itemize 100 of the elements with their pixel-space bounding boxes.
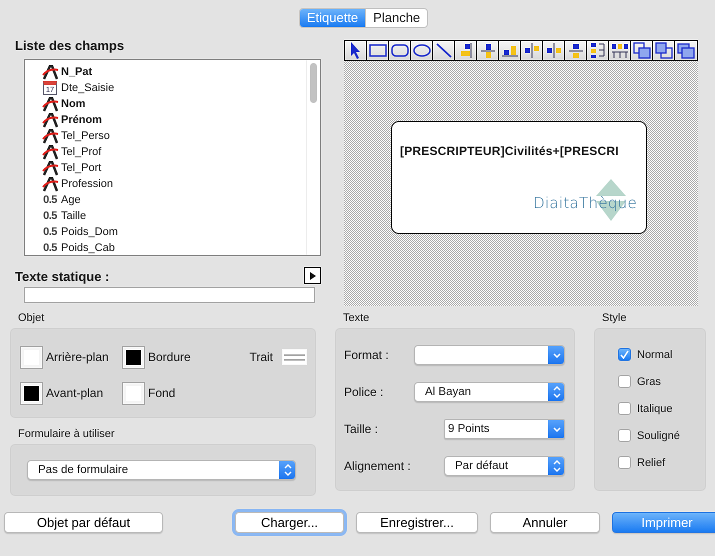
group-title: Formulaire à utiliser [18,428,115,440]
tool-button[interactable] [565,41,587,60]
checkbox[interactable] [618,348,631,361]
field-label: Police : [344,385,384,399]
letter-a-icon [42,160,58,176]
input-field[interactable] [24,287,315,303]
letter-a-icon [42,176,58,192]
push-button[interactable]: Charger... [235,512,344,533]
distribute-icon [590,42,605,59]
chevron-down-icon [552,426,560,432]
tool-button[interactable] [631,41,653,60]
field-name[interactable]: Taille [61,210,86,222]
rounded-rectangle-icon [390,44,408,57]
push-button[interactable]: Objet par défaut [4,512,163,533]
group-title: Style [602,312,626,324]
play-button[interactable] [304,267,321,284]
color-swatch[interactable] [21,346,42,368]
checkbox[interactable] [618,375,631,388]
tool-button[interactable] [587,41,609,60]
section-title: Liste des champs [15,38,124,53]
color-swatch[interactable] [123,382,144,404]
layers-icon [654,42,672,59]
up-down-chevrons-icon [284,464,292,476]
logo-text: DiaitaThèque [533,194,637,212]
tool-button[interactable] [455,41,477,60]
popup-menu[interactable]: Al Bayan [414,382,565,402]
field-name[interactable]: Tel_Perso [61,130,110,142]
tool-button[interactable] [499,41,521,60]
checkbox[interactable] [618,402,631,415]
tool-button[interactable] [367,41,389,60]
checkbox[interactable] [618,429,631,442]
field-name[interactable]: Profession [61,178,113,190]
letter-a-icon [42,64,58,80]
line-icon [436,43,452,58]
swatch-label: Fond [148,386,176,400]
up-down-chevrons-icon [552,386,560,398]
field-label: Alignement : [344,459,411,473]
layers-icon [677,42,695,58]
align-icon [480,42,496,58]
chevron-down-icon [552,352,560,358]
tool-button[interactable] [521,41,543,60]
distribute-icon [610,42,628,58]
double-line-icon [283,354,306,360]
field-label: Format : [344,348,389,362]
checkbox-label: Souligné [637,430,680,442]
tool-button[interactable] [477,41,499,60]
tool-button[interactable] [653,41,675,60]
field-name[interactable]: Tel_Prof [61,146,102,158]
tool-button[interactable] [675,41,697,60]
number-type-label: 0.5 [43,242,57,254]
rectangle-icon [368,44,386,57]
up-down-chevrons-icon [552,460,560,472]
tool-button[interactable] [543,41,565,60]
field-name[interactable]: Prénom [61,114,102,126]
field-name[interactable]: Dte_Saisie [61,82,114,94]
tool-button[interactable] [609,41,631,60]
label-text: [PRESCRIPTEUR]Civilités+[PRESCRI [400,144,619,158]
tool-button[interactable] [345,41,367,60]
trait-label: Trait [249,350,273,364]
number-type-label: 0.5 [43,226,57,238]
number-type-label: 0.5 [43,194,57,206]
combo-box[interactable]: 9 Points [444,419,565,439]
field-name[interactable]: Tel_Port [61,162,102,174]
line-style-button[interactable] [282,349,307,365]
ellipse-icon [412,44,430,57]
field-name[interactable]: Poids_Dom [61,226,118,238]
push-button[interactable]: Enregistrer... [356,512,478,533]
checkbox-label: Normal [637,348,672,360]
form-dropdown[interactable]: Pas de formulaire [27,460,296,480]
letter-a-icon [42,112,58,128]
tool-button[interactable] [411,41,433,60]
push-button[interactable]: Annuler [490,512,600,533]
triangle-right-icon [308,270,316,280]
tool-button[interactable] [389,41,411,60]
field-name[interactable]: N_Pat [61,66,92,78]
tab[interactable]: Planche [366,9,428,27]
scrollbar-thumb[interactable] [310,63,317,103]
swatch-label: Avant-plan [46,386,104,400]
popup-menu[interactable]: Par défaut [444,456,565,476]
field-label: Taille : [344,422,378,436]
checkbox-label: Gras [637,376,661,388]
checkbox-label: Relief [637,456,666,468]
checkbox[interactable] [618,456,631,469]
color-swatch[interactable] [21,382,42,404]
group-title: Texte [343,312,370,324]
field-name[interactable]: Poids_Cab [61,242,115,254]
field-name[interactable]: Age [61,194,81,206]
tool-button[interactable] [433,41,455,60]
align-icon [568,42,584,58]
letter-a-icon [42,144,58,160]
letter-a-icon [42,96,58,112]
dropdown[interactable] [414,345,565,365]
align-icon [524,42,540,59]
group-title: Objet [18,312,44,324]
field-name[interactable]: Nom [61,98,86,110]
color-swatch[interactable] [123,346,144,368]
checkbox-label: Italique [637,402,672,414]
number-type-label: 0.5 [43,210,57,222]
layers-icon [632,42,650,59]
pointer-arrow-icon [350,41,361,60]
